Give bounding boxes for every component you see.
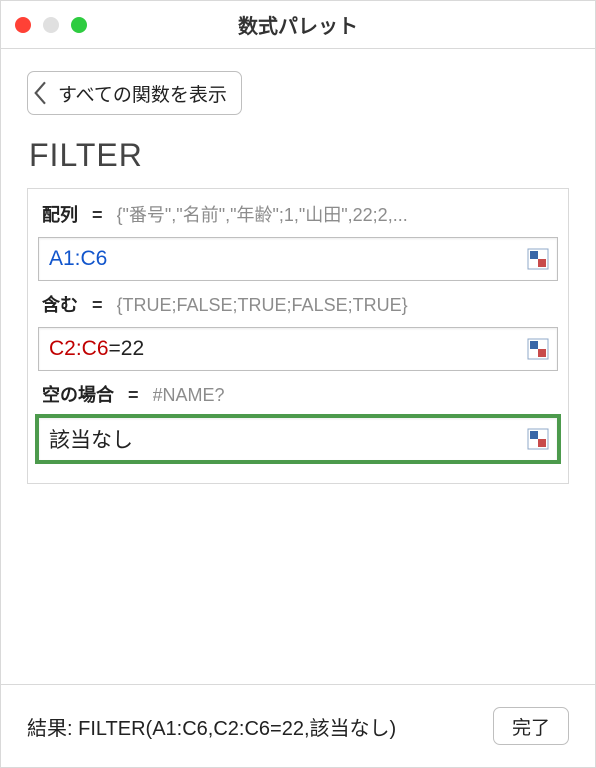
argument-preview: #NAME? — [153, 385, 558, 406]
argument-input[interactable]: C2:C6=22 — [38, 327, 558, 371]
argument-preview: {TRUE;FALSE;TRUE;FALSE;TRUE} — [117, 295, 558, 316]
zoom-icon[interactable] — [71, 17, 87, 33]
argument-row: 空の場合 = #NAME? 該当なし — [38, 381, 558, 461]
content-area: すべての関数を表示 FILTER 配列 = {"番号","名前","年齢";1,… — [1, 49, 595, 684]
done-button[interactable]: 完了 — [493, 707, 569, 745]
chevron-left-icon — [34, 81, 48, 105]
footer: 結果: FILTER(A1:C6,C2:C6=22,該当なし) 完了 — [1, 684, 595, 767]
back-button-label: すべての関数を表示 — [58, 80, 227, 107]
argument-ref: A1:C6 — [49, 247, 107, 271]
window-title: 数式パレット — [1, 10, 595, 39]
close-icon[interactable] — [15, 17, 31, 33]
range-selector-icon[interactable] — [527, 338, 549, 360]
argument-ref: C2:C6 — [49, 337, 109, 361]
range-selector-icon[interactable] — [527, 248, 549, 270]
function-name: FILTER — [29, 137, 569, 174]
argument-label: 配列 — [42, 201, 78, 227]
titlebar: 数式パレット — [1, 1, 595, 49]
argument-row: 配列 = {"番号","名前","年齢";1,"山田",22;2,... A1:… — [38, 201, 558, 281]
window-controls — [15, 17, 87, 33]
range-selector-icon[interactable] — [527, 428, 549, 450]
back-button[interactable]: すべての関数を表示 — [27, 71, 242, 115]
argument-label: 空の場合 — [42, 381, 114, 407]
minimize-icon[interactable] — [43, 17, 59, 33]
argument-input[interactable]: 該当なし — [38, 417, 558, 461]
argument-row: 含む = {TRUE;FALSE;TRUE;FALSE;TRUE} C2:C6=… — [38, 291, 558, 371]
arguments-panel: 配列 = {"番号","名前","年齢";1,"山田",22;2,... A1:… — [27, 188, 569, 484]
result-text: 結果: FILTER(A1:C6,C2:C6=22,該当なし) — [27, 712, 396, 741]
argument-label: 含む — [42, 291, 78, 317]
argument-input[interactable]: A1:C6 — [38, 237, 558, 281]
formula-palette-window: 数式パレット すべての関数を表示 FILTER 配列 = {"番号","名前",… — [0, 0, 596, 768]
argument-preview: {"番号","名前","年齢";1,"山田",22;2,... — [117, 201, 558, 227]
